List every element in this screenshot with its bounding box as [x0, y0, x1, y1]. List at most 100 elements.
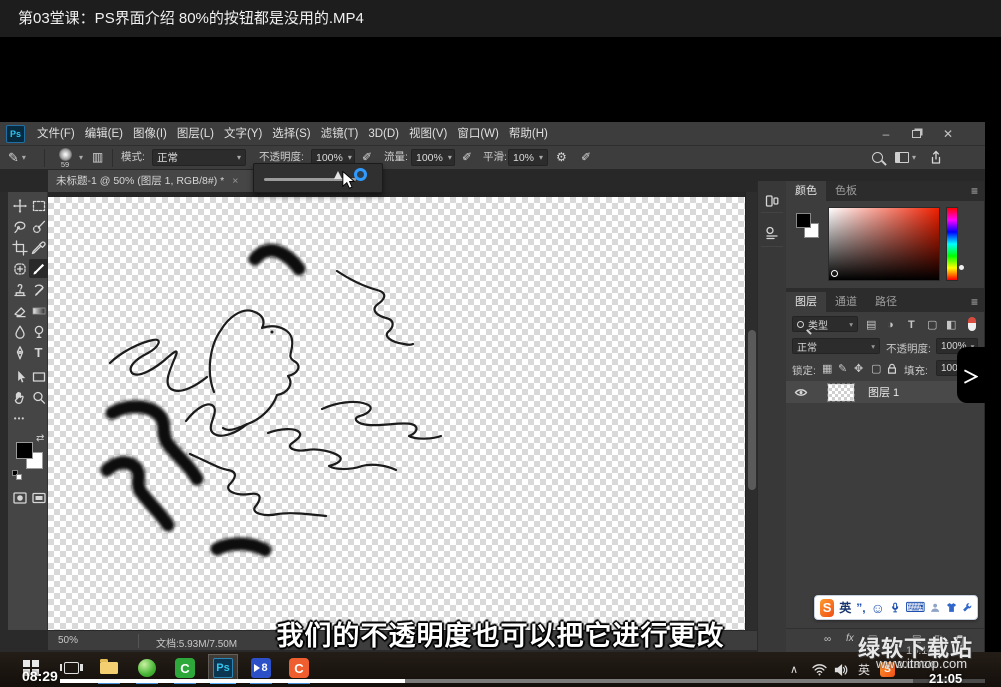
expand-panel-tab[interactable]: ＞	[957, 347, 985, 403]
healing-brush-tool[interactable]	[10, 259, 29, 278]
task-view-button[interactable]	[56, 654, 86, 682]
tab-layers[interactable]: 图层	[786, 292, 826, 312]
fg-swatch-small[interactable]	[796, 213, 811, 228]
hue-slider-handle[interactable]	[959, 265, 964, 270]
tab-channels[interactable]: 通道	[826, 292, 866, 312]
quick-mask-button[interactable]	[10, 488, 29, 507]
crop-tool[interactable]	[10, 238, 29, 257]
minimize-button[interactable]: –	[872, 122, 900, 146]
visibility-eye-icon[interactable]	[794, 387, 808, 398]
keyboard-icon[interactable]: ⌨	[905, 599, 925, 616]
menu-filter[interactable]: 滤镜(T)	[316, 122, 364, 146]
filter-type-icon[interactable]: T	[908, 318, 915, 332]
layer-filter-select[interactable]: 类型 ▾	[792, 316, 858, 332]
layer-thumbnail[interactable]	[828, 384, 854, 401]
lasso-tool[interactable]	[10, 217, 29, 236]
photoshop-taskbar-button[interactable]: Ps	[208, 654, 238, 682]
share-icon[interactable]	[928, 150, 944, 166]
filter-shape-icon[interactable]: ▢	[927, 318, 937, 332]
tab-close-icon[interactable]: ×	[232, 170, 238, 192]
layer-name[interactable]: 图层 1	[868, 384, 899, 400]
quick-selection-tool[interactable]	[29, 217, 48, 236]
tab-color[interactable]: 颜色	[786, 181, 826, 201]
menu-3d[interactable]: 3D(D)	[363, 122, 404, 146]
edit-toolbar-icon[interactable]: •••	[10, 409, 29, 428]
chevron-down-icon[interactable]: ▾	[79, 153, 83, 162]
lock-all-icon[interactable]	[886, 363, 898, 375]
lock-artboard-icon[interactable]: ▢	[871, 362, 881, 376]
brush-panel-toggle-icon[interactable]: ▥	[92, 150, 103, 164]
input-language-toggle[interactable]: 英	[839, 599, 851, 616]
airbrush-icon[interactable]: ✐	[462, 150, 472, 164]
filter-image-icon[interactable]: ▤	[866, 318, 876, 332]
punctuation-icon[interactable]: ”,	[856, 601, 865, 615]
filter-toggle-switch[interactable]	[968, 317, 976, 331]
saturation-picker[interactable]	[828, 207, 940, 281]
marquee-tool[interactable]	[29, 196, 48, 215]
tab-swatches[interactable]: 色板	[826, 181, 866, 201]
menu-type[interactable]: 文字(Y)	[219, 122, 267, 146]
dodge-tool[interactable]	[29, 322, 48, 341]
menu-window[interactable]: 窗口(W)	[452, 122, 504, 146]
tab-paths[interactable]: 路径	[866, 292, 906, 312]
camtasia-orange-button[interactable]: C	[284, 654, 314, 682]
brush-tool-selected[interactable]	[29, 259, 48, 278]
microphone-icon[interactable]	[890, 600, 900, 615]
menu-edit[interactable]: 编辑(E)	[80, 122, 128, 146]
skin-shirt-icon[interactable]	[946, 601, 957, 614]
brush-pressure-size-icon[interactable]: ✐	[581, 150, 591, 164]
wrench-settings-icon[interactable]	[962, 601, 972, 614]
account-icon[interactable]	[930, 601, 940, 614]
eyedropper-tool[interactable]	[29, 238, 48, 257]
history-panel-icon[interactable]	[761, 189, 783, 213]
history-brush-tool[interactable]	[29, 280, 48, 299]
layer-row[interactable]: 图层 1	[786, 381, 984, 403]
panel-menu-icon[interactable]: ≡	[971, 292, 984, 312]
menu-image[interactable]: 图像(I)	[128, 122, 172, 146]
flow-select[interactable]: 100% ▾	[411, 149, 455, 166]
blur-tool[interactable]	[10, 322, 29, 341]
lock-position-icon[interactable]: ✥	[854, 362, 863, 376]
filter-adjustment-icon[interactable]: ◑	[887, 318, 894, 332]
screen-mode-button[interactable]	[29, 488, 48, 507]
pen-tool[interactable]	[10, 343, 29, 362]
menu-view[interactable]: 视图(V)	[404, 122, 452, 146]
gear-icon[interactable]: ⚙	[556, 150, 567, 164]
brush-preset-picker[interactable]: 59	[52, 147, 78, 168]
tool-preset-picker[interactable]: ✎ ▾	[8, 146, 26, 169]
move-tool[interactable]	[10, 196, 29, 215]
shape-tool[interactable]	[29, 367, 48, 386]
path-selection-tool[interactable]	[10, 367, 29, 386]
green-app-button[interactable]	[132, 654, 162, 682]
workspace-switcher-icon[interactable]	[895, 152, 909, 163]
restore-button[interactable]	[902, 122, 930, 146]
video-progress-track[interactable]	[60, 679, 985, 683]
camtasia-green-button[interactable]: C	[170, 654, 200, 682]
lock-transparency-icon[interactable]: ▦	[822, 362, 832, 376]
menu-layer[interactable]: 图层(L)	[172, 122, 219, 146]
zoom-tool[interactable]	[29, 388, 48, 407]
type-tool[interactable]: T	[29, 343, 48, 362]
close-button[interactable]: ✕	[934, 122, 962, 146]
foreground-color-swatch[interactable]	[16, 442, 33, 459]
file-explorer-button[interactable]	[94, 654, 124, 682]
smoothing-select[interactable]: 10% ▾	[508, 149, 548, 166]
menu-help[interactable]: 帮助(H)	[504, 122, 553, 146]
sogou-logo-icon[interactable]: S	[820, 599, 834, 617]
menu-select[interactable]: 选择(S)	[267, 122, 315, 146]
lock-pixels-icon[interactable]: ✎	[838, 362, 847, 376]
hue-slider[interactable]	[946, 207, 958, 281]
clone-stamp-tool[interactable]	[10, 280, 29, 299]
scrollbar-thumb[interactable]	[748, 330, 756, 490]
vertical-scrollbar[interactable]	[745, 192, 757, 630]
canvas[interactable]	[48, 197, 745, 630]
gradient-tool[interactable]	[29, 301, 48, 320]
menu-file[interactable]: 文件(F)	[32, 122, 80, 146]
swap-colors-icon[interactable]: ⇄	[36, 433, 44, 444]
mode-select[interactable]: 正常 ▾	[152, 149, 246, 166]
pressure-opacity-icon[interactable]: ✐	[362, 150, 372, 164]
blend-mode-select[interactable]: 正常 ▾	[792, 338, 880, 354]
properties-panel-icon[interactable]	[761, 219, 783, 247]
hand-tool[interactable]	[10, 388, 29, 407]
search-icon[interactable]	[872, 152, 883, 163]
